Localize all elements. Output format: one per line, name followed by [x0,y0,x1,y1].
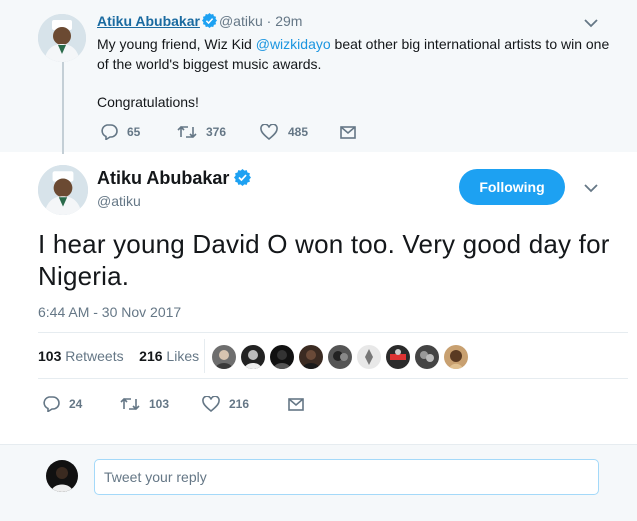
liker-avatar[interactable] [212,345,236,369]
message-button[interactable] [288,397,304,411]
message-icon [340,125,356,139]
mention-link[interactable]: @wizkidayo [256,36,331,52]
tweet-text: I hear young David O won too. Very good … [38,229,610,291]
likes-stat[interactable]: 216 Likes [139,348,199,364]
retweet-icon [120,397,140,411]
author-name[interactable]: Atiku Abubakar [97,13,200,29]
tweet-header: Atiku Abubakar @atiku · 29m [97,13,302,29]
liker-avatar[interactable] [357,345,381,369]
retweet-stat-count: 103 [38,348,62,364]
like-button[interactable]: 216 [202,396,288,412]
divider [38,332,628,333]
like-stat-count: 216 [139,348,163,364]
reply-count: 65 [127,125,141,139]
retweet-count: 376 [206,125,227,139]
liker-avatar[interactable] [386,345,410,369]
divider [38,378,628,379]
liker-avatars [212,345,473,369]
avatar[interactable] [38,14,86,62]
retweet-icon [177,125,197,139]
chevron-down-icon[interactable] [584,183,598,193]
liker-avatar[interactable] [444,345,468,369]
author-name-text: Atiku Abubakar [97,168,230,188]
tweet-text-part: My young friend, Wiz Kid [97,36,256,52]
like-button[interactable]: 485 [260,124,340,140]
tweet-actions: 24 103 216 [42,396,304,412]
retweet-count: 103 [149,397,170,411]
liker-avatar[interactable] [415,345,439,369]
chevron-down-icon[interactable] [584,18,598,28]
tweet-text-line: Congratulations! [97,94,199,110]
liker-avatar[interactable] [270,345,294,369]
reply-count: 24 [69,397,83,411]
timestamp[interactable]: 29m [275,13,302,29]
reply-input[interactable] [94,459,599,495]
like-count: 485 [288,125,309,139]
reply-button[interactable]: 65 [100,124,177,140]
liker-avatar[interactable] [299,345,323,369]
avatar[interactable] [38,165,88,215]
verified-icon [234,169,252,186]
retweet-stat-label: Retweets [65,348,124,364]
liker-avatar[interactable] [241,345,265,369]
separator: · [266,13,272,29]
heart-icon [202,396,220,412]
heart-icon [260,124,278,140]
liker-avatar[interactable] [328,345,352,369]
tweet-text: My young friend, Wiz Kid @wizkidayo beat… [97,34,617,74]
like-count: 216 [229,397,250,411]
stats-divider [204,339,205,373]
thread-line [62,62,64,154]
retweets-stat[interactable]: 103 Retweets [38,348,124,364]
author-handle[interactable]: @atiku [97,193,141,209]
tweet-stats: 103 Retweets 216 Likes [38,348,199,364]
retweet-button[interactable]: 376 [177,125,260,139]
reply-button[interactable]: 24 [42,396,120,412]
reply-icon [42,396,60,412]
parent-tweet[interactable]: Atiku Abubakar @atiku · 29m My young frie… [0,0,637,154]
tweet-timestamp[interactable]: 6:44 AM - 30 Nov 2017 [38,304,181,320]
message-icon [288,397,304,411]
reply-icon [100,124,118,140]
retweet-button[interactable]: 103 [120,397,202,411]
like-stat-label: Likes [166,348,200,364]
current-user-avatar [46,460,78,492]
message-button[interactable] [340,125,356,139]
following-button[interactable]: Following [459,169,565,205]
author-name[interactable]: Atiku Abubakar [97,168,253,189]
tweet-actions: 65 376 485 [100,124,356,140]
verified-icon [201,13,217,28]
author-handle[interactable]: @atiku [219,13,263,29]
